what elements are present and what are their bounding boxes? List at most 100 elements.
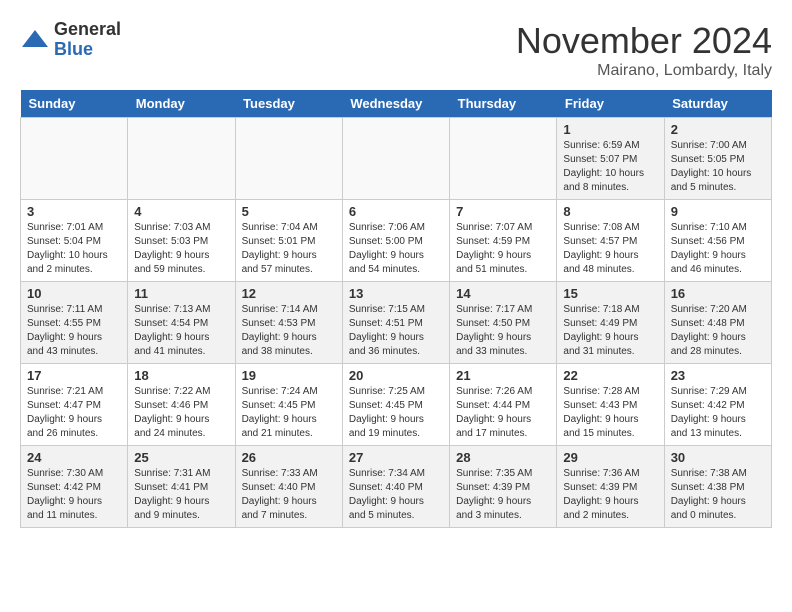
day-number: 7 bbox=[456, 204, 550, 219]
table-row: 15Sunrise: 7:18 AM Sunset: 4:49 PM Dayli… bbox=[557, 282, 664, 364]
header-monday: Monday bbox=[128, 90, 235, 118]
month-title: November 2024 bbox=[516, 20, 772, 62]
table-row: 21Sunrise: 7:26 AM Sunset: 4:44 PM Dayli… bbox=[450, 364, 557, 446]
header-sunday: Sunday bbox=[21, 90, 128, 118]
day-info: Sunrise: 7:13 AM Sunset: 4:54 PM Dayligh… bbox=[134, 303, 228, 359]
table-row: 17 Sunrise: 7:21 AM Sunset: 4:47 PM Dayli… bbox=[21, 364, 128, 446]
table-row: 11 Sunrise: 7:13 AM Sunset: 4:54 PM Dayli… bbox=[128, 282, 235, 364]
day-number: 12 bbox=[242, 286, 336, 301]
day-info: Sunrise: 7:20 AM Sunset: 4:48 PM Dayligh… bbox=[671, 303, 765, 359]
day-info: Sunrise: 7:11 AM Sunset: 4:55 PM Dayligh… bbox=[27, 303, 121, 359]
calendar-table: Sunday Monday Tuesday Wednesday Thursday… bbox=[20, 90, 772, 528]
day-number: 16 bbox=[671, 286, 765, 301]
logo-general-text: General bbox=[54, 20, 121, 40]
calendar-week-row: 17 Sunrise: 7:21 AM Sunset: 4:47 PM Dayli… bbox=[21, 364, 772, 446]
table-row: 26Sunrise: 7:33 AM Sunset: 4:40 PM Dayli… bbox=[235, 446, 342, 528]
day-info: Sunrise: 7:15 AM Sunset: 4:51 PM Dayligh… bbox=[349, 303, 443, 359]
day-info: Sunrise: 6:59 AM Sunset: 5:07 PM Dayligh… bbox=[563, 139, 657, 195]
day-number: 10 bbox=[27, 286, 121, 301]
calendar-week-row: 1Sunrise: 6:59 AM Sunset: 5:07 PM Daylig… bbox=[21, 118, 772, 200]
day-number: 2 bbox=[671, 122, 765, 137]
logo-blue-text: Blue bbox=[54, 40, 121, 60]
day-number: 27 bbox=[349, 450, 443, 465]
day-info: Sunrise: 7:17 AM Sunset: 4:50 PM Dayligh… bbox=[456, 303, 550, 359]
table-row: 3 Sunrise: 7:01 AM Sunset: 5:04 PM Daylig… bbox=[21, 200, 128, 282]
table-row: 18 Sunrise: 7:22 AM Sunset: 4:46 PM Dayli… bbox=[128, 364, 235, 446]
table-row: 9 Sunrise: 7:10 AM Sunset: 4:56 PM Daylig… bbox=[664, 200, 771, 282]
day-info: Sunrise: 7:28 AM Sunset: 4:43 PM Dayligh… bbox=[563, 385, 657, 441]
day-number: 3 bbox=[27, 204, 121, 219]
day-info: Sunrise: 7:29 AM Sunset: 4:42 PM Dayligh… bbox=[671, 385, 765, 441]
day-info: Sunrise: 7:36 AM Sunset: 4:39 PM Dayligh… bbox=[563, 467, 657, 523]
header-thursday: Thursday bbox=[450, 90, 557, 118]
header-friday: Friday bbox=[557, 90, 664, 118]
table-row: 2Sunrise: 7:00 AM Sunset: 5:05 PM Daylig… bbox=[664, 118, 771, 200]
table-row: 22Sunrise: 7:28 AM Sunset: 4:43 PM Dayli… bbox=[557, 364, 664, 446]
table-row bbox=[235, 118, 342, 200]
table-row: 29 Sunrise: 7:36 AM Sunset: 4:39 PM Dayli… bbox=[557, 446, 664, 528]
table-row: 5 Sunrise: 7:04 AM Sunset: 5:01 PM Daylig… bbox=[235, 200, 342, 282]
day-info: Sunrise: 7:10 AM Sunset: 4:56 PM Dayligh… bbox=[671, 221, 765, 277]
table-row: 8 Sunrise: 7:08 AM Sunset: 4:57 PM Daylig… bbox=[557, 200, 664, 282]
day-info: Sunrise: 7:04 AM Sunset: 5:01 PM Dayligh… bbox=[242, 221, 336, 277]
table-row: 30Sunrise: 7:38 AM Sunset: 4:38 PM Dayli… bbox=[664, 446, 771, 528]
table-row: 14 Sunrise: 7:17 AM Sunset: 4:50 PM Dayli… bbox=[450, 282, 557, 364]
table-row: 19 Sunrise: 7:24 AM Sunset: 4:45 PM Dayli… bbox=[235, 364, 342, 446]
day-number: 4 bbox=[134, 204, 228, 219]
table-row: 6 Sunrise: 7:06 AM Sunset: 5:00 PM Daylig… bbox=[342, 200, 449, 282]
day-number: 20 bbox=[349, 368, 443, 383]
day-info: Sunrise: 7:18 AM Sunset: 4:49 PM Dayligh… bbox=[563, 303, 657, 359]
day-info: Sunrise: 7:21 AM Sunset: 4:47 PM Dayligh… bbox=[27, 385, 121, 441]
calendar-header-row: Sunday Monday Tuesday Wednesday Thursday… bbox=[21, 90, 772, 118]
day-info: Sunrise: 7:03 AM Sunset: 5:03 PM Dayligh… bbox=[134, 221, 228, 277]
day-info: Sunrise: 7:35 AM Sunset: 4:39 PM Dayligh… bbox=[456, 467, 550, 523]
day-info: Sunrise: 7:06 AM Sunset: 5:00 PM Dayligh… bbox=[349, 221, 443, 277]
day-number: 18 bbox=[134, 368, 228, 383]
day-info: Sunrise: 7:01 AM Sunset: 5:04 PM Dayligh… bbox=[27, 221, 121, 277]
day-info: Sunrise: 7:38 AM Sunset: 4:38 PM Dayligh… bbox=[671, 467, 765, 523]
day-info: Sunrise: 7:34 AM Sunset: 4:40 PM Dayligh… bbox=[349, 467, 443, 523]
day-number: 8 bbox=[563, 204, 657, 219]
day-info: Sunrise: 7:14 AM Sunset: 4:53 PM Dayligh… bbox=[242, 303, 336, 359]
table-row: 16 Sunrise: 7:20 AM Sunset: 4:48 PM Dayli… bbox=[664, 282, 771, 364]
day-number: 23 bbox=[671, 368, 765, 383]
table-row bbox=[21, 118, 128, 200]
day-info: Sunrise: 7:33 AM Sunset: 4:40 PM Dayligh… bbox=[242, 467, 336, 523]
day-number: 24 bbox=[27, 450, 121, 465]
table-row: 24 Sunrise: 7:30 AM Sunset: 4:42 PM Dayli… bbox=[21, 446, 128, 528]
table-row: 12 Sunrise: 7:14 AM Sunset: 4:53 PM Dayli… bbox=[235, 282, 342, 364]
table-row bbox=[342, 118, 449, 200]
table-row: 10 Sunrise: 7:11 AM Sunset: 4:55 PM Dayli… bbox=[21, 282, 128, 364]
day-info: Sunrise: 7:07 AM Sunset: 4:59 PM Dayligh… bbox=[456, 221, 550, 277]
day-info: Sunrise: 7:08 AM Sunset: 4:57 PM Dayligh… bbox=[563, 221, 657, 277]
title-block: November 2024 Mairano, Lombardy, Italy bbox=[516, 20, 772, 80]
calendar-week-row: 3 Sunrise: 7:01 AM Sunset: 5:04 PM Daylig… bbox=[21, 200, 772, 282]
table-row: 23 Sunrise: 7:29 AM Sunset: 4:42 PM Dayli… bbox=[664, 364, 771, 446]
table-row: 27 Sunrise: 7:34 AM Sunset: 4:40 PM Dayli… bbox=[342, 446, 449, 528]
table-row: 13 Sunrise: 7:15 AM Sunset: 4:51 PM Dayli… bbox=[342, 282, 449, 364]
day-number: 28 bbox=[456, 450, 550, 465]
day-number: 13 bbox=[349, 286, 443, 301]
table-row: 20 Sunrise: 7:25 AM Sunset: 4:45 PM Dayli… bbox=[342, 364, 449, 446]
header-saturday: Saturday bbox=[664, 90, 771, 118]
day-info: Sunrise: 7:30 AM Sunset: 4:42 PM Dayligh… bbox=[27, 467, 121, 523]
day-number: 11 bbox=[134, 286, 228, 301]
day-number: 9 bbox=[671, 204, 765, 219]
table-row bbox=[450, 118, 557, 200]
day-number: 17 bbox=[27, 368, 121, 383]
day-number: 14 bbox=[456, 286, 550, 301]
day-info: Sunrise: 7:22 AM Sunset: 4:46 PM Dayligh… bbox=[134, 385, 228, 441]
logo: General Blue bbox=[20, 20, 121, 60]
calendar-week-row: 10 Sunrise: 7:11 AM Sunset: 4:55 PM Dayli… bbox=[21, 282, 772, 364]
day-number: 5 bbox=[242, 204, 336, 219]
day-number: 29 bbox=[563, 450, 657, 465]
day-info: Sunrise: 7:25 AM Sunset: 4:45 PM Dayligh… bbox=[349, 385, 443, 441]
table-row: 25Sunrise: 7:31 AM Sunset: 4:41 PM Dayli… bbox=[128, 446, 235, 528]
header-tuesday: Tuesday bbox=[235, 90, 342, 118]
day-number: 6 bbox=[349, 204, 443, 219]
page-header: General Blue November 2024 Mairano, Lomb… bbox=[20, 20, 772, 80]
day-number: 19 bbox=[242, 368, 336, 383]
table-row: 7 Sunrise: 7:07 AM Sunset: 4:59 PM Daylig… bbox=[450, 200, 557, 282]
day-info: Sunrise: 7:24 AM Sunset: 4:45 PM Dayligh… bbox=[242, 385, 336, 441]
table-row: 1Sunrise: 6:59 AM Sunset: 5:07 PM Daylig… bbox=[557, 118, 664, 200]
